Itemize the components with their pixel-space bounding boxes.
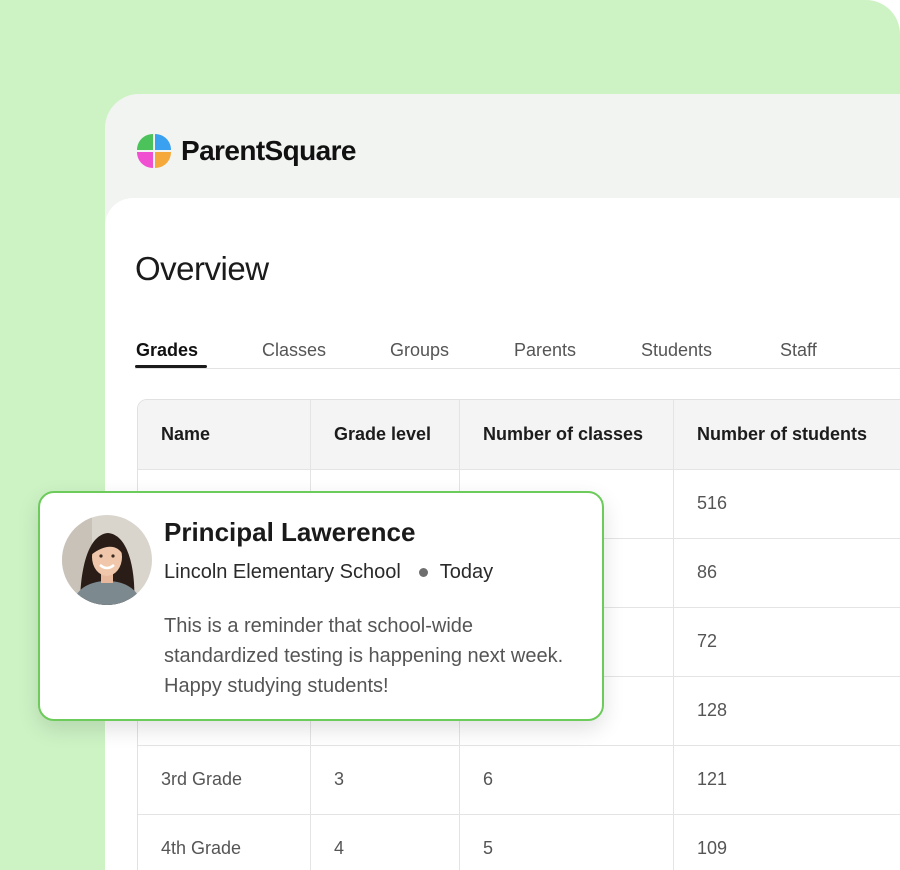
cell-number-of-classes: 6: [459, 745, 673, 814]
school-name: Lincoln Elementary School: [164, 561, 401, 583]
tab-classes[interactable]: Classes: [262, 340, 326, 361]
tab-bar: Grades Classes Groups Parents Students S…: [135, 328, 900, 369]
column-header-number-of-classes[interactable]: Number of classes: [459, 400, 673, 469]
brand-logo[interactable]: ParentSquare: [136, 133, 356, 169]
tab-staff[interactable]: Staff: [780, 340, 817, 361]
user-avatar-icon: [62, 515, 152, 605]
cell-name: 4th Grade: [161, 838, 242, 858]
tab-grades[interactable]: Grades: [136, 340, 198, 361]
notification-card[interactable]: Principal Lawerence Lincoln Elementary S…: [38, 491, 604, 721]
parentsquare-logo-icon: [137, 134, 171, 168]
column-header-number-of-students[interactable]: Number of students: [673, 400, 900, 469]
table-row[interactable]: 3rd Grade 3 6 121: [138, 745, 900, 815]
tab-students[interactable]: Students: [641, 340, 712, 361]
app-window: ParentSquare Overview Grades Classes Gro…: [105, 94, 900, 870]
sender-name: Principal Lawerence: [164, 517, 416, 547]
cell-number-of-students: 516: [673, 469, 900, 538]
page-title: Overview: [135, 250, 269, 287]
table-header-row: Name Grade level Number of classes Numbe…: [138, 400, 900, 470]
cell-grade-level: 4: [310, 814, 459, 870]
tab-parents[interactable]: Parents: [514, 340, 576, 361]
app-header: ParentSquare: [105, 94, 900, 204]
tab-groups[interactable]: Groups: [390, 340, 449, 361]
cell-number-of-students: 121: [673, 745, 900, 814]
active-tab-indicator: [135, 365, 207, 368]
separator-dot: [418, 568, 428, 577]
cell-number-of-students: 86: [673, 538, 900, 607]
notification-message: This is a reminder that school-wide stan…: [164, 615, 564, 697]
cell-grade-level: 3: [310, 745, 459, 814]
brand-name: ParentSquare: [181, 135, 356, 166]
sender-meta: Lincoln Elementary School Today: [164, 561, 493, 584]
column-header-name[interactable]: Name: [138, 400, 310, 469]
cell-number-of-students: 128: [673, 676, 900, 745]
cell-name: 3rd Grade: [161, 769, 243, 789]
column-header-grade-level[interactable]: Grade level: [310, 400, 459, 469]
table-row[interactable]: 4th Grade 4 5 109: [138, 814, 900, 870]
cell-number-of-classes: 5: [459, 814, 673, 870]
cell-number-of-students: 72: [673, 607, 900, 676]
avatar: [62, 515, 152, 605]
post-time: Today: [439, 561, 494, 583]
cell-number-of-students: 109: [673, 814, 900, 870]
